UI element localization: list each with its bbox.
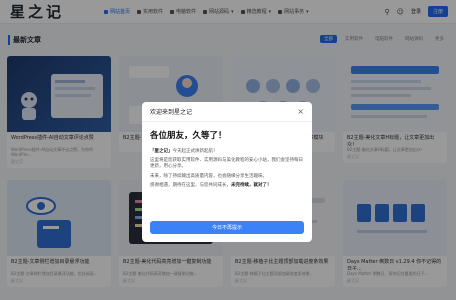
dialog-paragraph: 未来，除了持续输出高质量内容，也会随缘分享生活趣味。 xyxy=(150,173,267,179)
dialog-header: 欢迎来到星之记 × xyxy=(142,102,312,122)
dialog-paragraph: 感谢相遇，期待在这里，与您共同成长，未完待续，就对了！ xyxy=(150,183,304,189)
dialog-paragraph: 「星之记」今天起正式焕新起航！ xyxy=(150,149,304,155)
paragraph-text: 今天起正式焕新起航！ xyxy=(172,149,218,154)
brand-name: 「星之记」 xyxy=(150,149,173,154)
paragraph-text: 感谢相遇，期待在这里，与您共同成长， xyxy=(150,182,231,188)
paragraph-emphasis: 未完待续，就对了！ xyxy=(231,182,272,188)
close-icon[interactable]: × xyxy=(297,107,304,116)
dialog-body: 各位朋友，久等了！ 「星之记」今天起正式焕新起航！ 这里将是您获取实用软件、实用… xyxy=(142,122,312,189)
welcome-dialog: 欢迎来到星之记 × 各位朋友，久等了！ 「星之记」今天起正式焕新起航！ 这里将是… xyxy=(142,102,312,242)
dialog-paragraph: 这里将是您获取实用软件、实用源码与美化教程的安心小站，我们会坚持每日更新，用心分… xyxy=(150,158,303,170)
dialog-greeting: 各位朋友，久等了！ xyxy=(150,131,227,141)
dialog-title: 欢迎来到星之记 xyxy=(150,109,193,116)
dont-show-today-button[interactable]: 今日不再提示 xyxy=(150,221,304,234)
